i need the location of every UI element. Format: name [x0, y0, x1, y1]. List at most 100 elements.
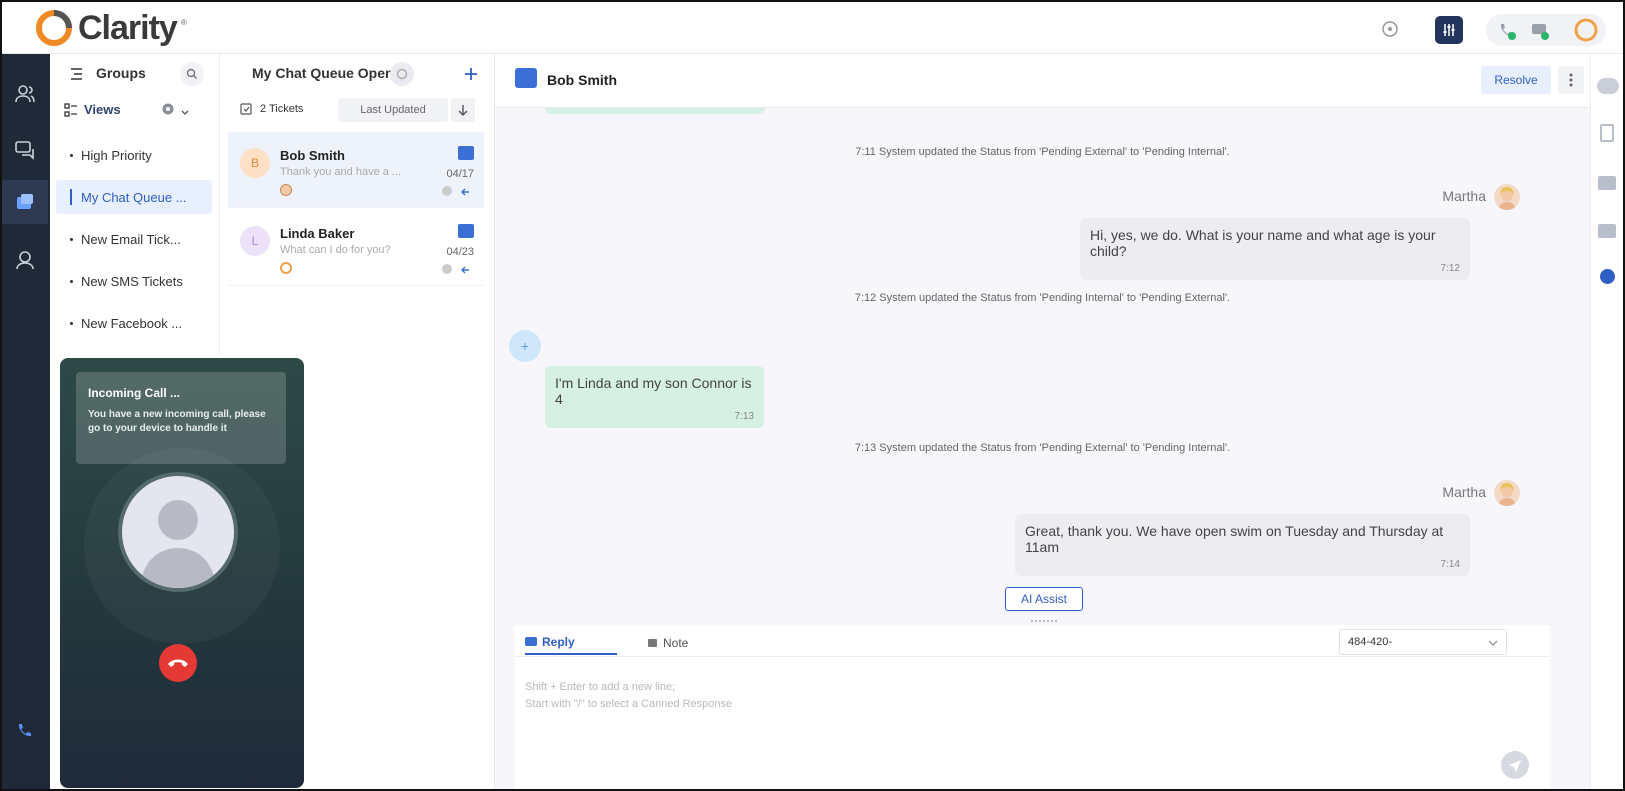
- ticket-card[interactable]: B Bob Smith Thank you and have a ... 04/…: [228, 132, 484, 208]
- composer-divider: [515, 656, 1550, 657]
- sort-dropdown[interactable]: Last Updated: [338, 98, 448, 122]
- group-item-label: New SMS Tickets: [81, 273, 183, 289]
- groups-title: Groups: [96, 65, 146, 81]
- ticket-queue-icon[interactable]: [2, 180, 48, 224]
- person-silhouette-icon: [140, 500, 216, 588]
- incoming-call-popup: Incoming Call ... You have a new incomin…: [60, 358, 304, 788]
- chevron-down-icon[interactable]: [180, 105, 190, 115]
- chat-channel-icon: [458, 146, 474, 160]
- message-text: I'm Linda and my son Connor is 4: [555, 375, 752, 407]
- top-bar: Clarity ®: [2, 2, 1623, 54]
- chat-message: Hi, yes, we do. What is your name and wh…: [1080, 218, 1470, 280]
- assign-arrow-icon[interactable]: [460, 185, 472, 197]
- agent-icon[interactable]: [2, 238, 48, 282]
- clock-icon[interactable]: [1600, 269, 1615, 284]
- phone-status-icon[interactable]: [1496, 20, 1518, 42]
- incoming-call-title: Incoming Call ...: [88, 386, 181, 400]
- profile-ring-icon[interactable]: [1572, 16, 1600, 44]
- system-event: 7:12 System updated the Status from 'Pen…: [854, 292, 1231, 304]
- message-time: 7:14: [1440, 559, 1460, 570]
- logo-text: Clarity: [78, 8, 178, 47]
- composer-placeholder-line2[interactable]: Start with "/" to select a Canned Respon…: [525, 698, 732, 710]
- group-item-high-priority[interactable]: High Priority: [56, 138, 212, 172]
- group-item-new-facebook[interactable]: New Facebook ...: [56, 306, 212, 340]
- message-author: Martha: [1442, 484, 1486, 500]
- ticket-count: 2 Tickets: [260, 103, 304, 115]
- group-item-my-chat-queue[interactable]: My Chat Queue ...: [56, 180, 212, 214]
- right-sidebar: [1590, 54, 1623, 789]
- chat-status-icon[interactable]: [1529, 20, 1551, 42]
- groups-panel: Groups Views High Priority My Chat Queue…: [50, 54, 220, 354]
- clipboard-icon[interactable]: [1600, 124, 1614, 142]
- search-icon[interactable]: [180, 62, 204, 86]
- menu-icon[interactable]: [68, 66, 84, 82]
- clarity-logo-icon: [36, 10, 72, 46]
- group-item-new-email-tickets[interactable]: New Email Tick...: [56, 222, 212, 256]
- caller-avatar: [118, 472, 238, 592]
- contact-card-icon[interactable]: [1598, 176, 1616, 190]
- sort-direction-icon[interactable]: [451, 98, 475, 122]
- message-text: Hi, yes, we do. What is your name and wh…: [1090, 227, 1436, 259]
- gear-icon[interactable]: [160, 101, 178, 119]
- sync-icon[interactable]: [1380, 19, 1400, 39]
- agent-ring-icon: [280, 262, 292, 274]
- agent-avatar-icon: [280, 184, 292, 196]
- chat-header: Bob Smith Resolve: [495, 54, 1590, 108]
- assign-arrow-icon[interactable]: [460, 263, 472, 275]
- message-time: 7:12: [1440, 263, 1460, 274]
- expand-plus-icon[interactable]: +: [509, 330, 541, 362]
- ticket-card[interactable]: L Linda Baker What can I do for you? 04/…: [228, 210, 484, 286]
- equalizer-icon[interactable]: [1435, 16, 1463, 44]
- logo-trademark: ®: [180, 18, 187, 27]
- group-item-label: My Chat Queue ...: [81, 189, 187, 205]
- refresh-icon[interactable]: [390, 62, 414, 86]
- tab-note[interactable]: Note: [647, 630, 688, 655]
- composer-placeholder-line1[interactable]: Shift + Enter to add a new line;: [525, 681, 675, 693]
- resize-handle[interactable]: [1031, 620, 1057, 623]
- hang-up-icon: [168, 659, 188, 667]
- more-options-icon[interactable]: [1558, 66, 1584, 94]
- message-text: Great, thank you. We have open swim on T…: [1025, 523, 1444, 555]
- status-dot-icon: [442, 264, 452, 274]
- avatar: L: [240, 226, 270, 256]
- phone-number-select[interactable]: 484-420-: [1339, 629, 1507, 655]
- avatar: B: [240, 148, 270, 178]
- left-nav: [2, 54, 50, 789]
- salesforce-cloud-icon[interactable]: [1597, 78, 1619, 94]
- ticket-name: Bob Smith: [280, 148, 345, 163]
- queue-title: My Chat Queue Open: [252, 65, 394, 81]
- hang-up-button[interactable]: [159, 644, 197, 682]
- status-dot-icon: [442, 186, 452, 196]
- id-card-icon[interactable]: [1598, 224, 1616, 238]
- tab-note-label: Note: [663, 635, 689, 650]
- reply-composer: Reply Note 484-420- Shift + Enter to add…: [515, 625, 1550, 789]
- ticket-date: 04/23: [446, 246, 474, 258]
- chat-bubble-icon: [515, 68, 537, 88]
- ai-assist-button[interactable]: AI Assist: [1005, 587, 1083, 611]
- group-item-new-sms-tickets[interactable]: New SMS Tickets: [56, 264, 212, 298]
- group-item-label: High Priority: [81, 147, 152, 163]
- previous-message-edge: [545, 108, 765, 114]
- add-icon[interactable]: [460, 63, 482, 85]
- tickets-icon: [240, 103, 254, 117]
- phone-icon[interactable]: [2, 710, 48, 754]
- ticket-preview: What can I do for you?: [280, 244, 391, 256]
- reply-icon: [525, 636, 537, 646]
- tab-reply[interactable]: Reply: [525, 630, 617, 655]
- resolve-button[interactable]: Resolve: [1481, 66, 1551, 94]
- clarity-logo: Clarity ®: [34, 8, 187, 48]
- agent-avatar: [1494, 184, 1520, 210]
- chat-message: Great, thank you. We have open swim on T…: [1015, 514, 1470, 576]
- views-label: Views: [84, 102, 121, 117]
- views-icon: [64, 103, 78, 117]
- ticket-name: Linda Baker: [280, 226, 355, 241]
- send-icon[interactable]: [1501, 751, 1529, 779]
- contacts-icon[interactable]: [2, 72, 48, 116]
- message-author: Martha: [1442, 188, 1486, 204]
- group-item-label: New Email Tick...: [81, 231, 181, 247]
- ticket-date: 04/17: [446, 168, 474, 180]
- note-icon: [648, 639, 657, 647]
- chat-bubbles-icon[interactable]: [2, 128, 48, 172]
- ticket-preview: Thank you and have a ...: [280, 166, 400, 178]
- chat-message: I'm Linda and my son Connor is 4 7:13: [545, 366, 764, 428]
